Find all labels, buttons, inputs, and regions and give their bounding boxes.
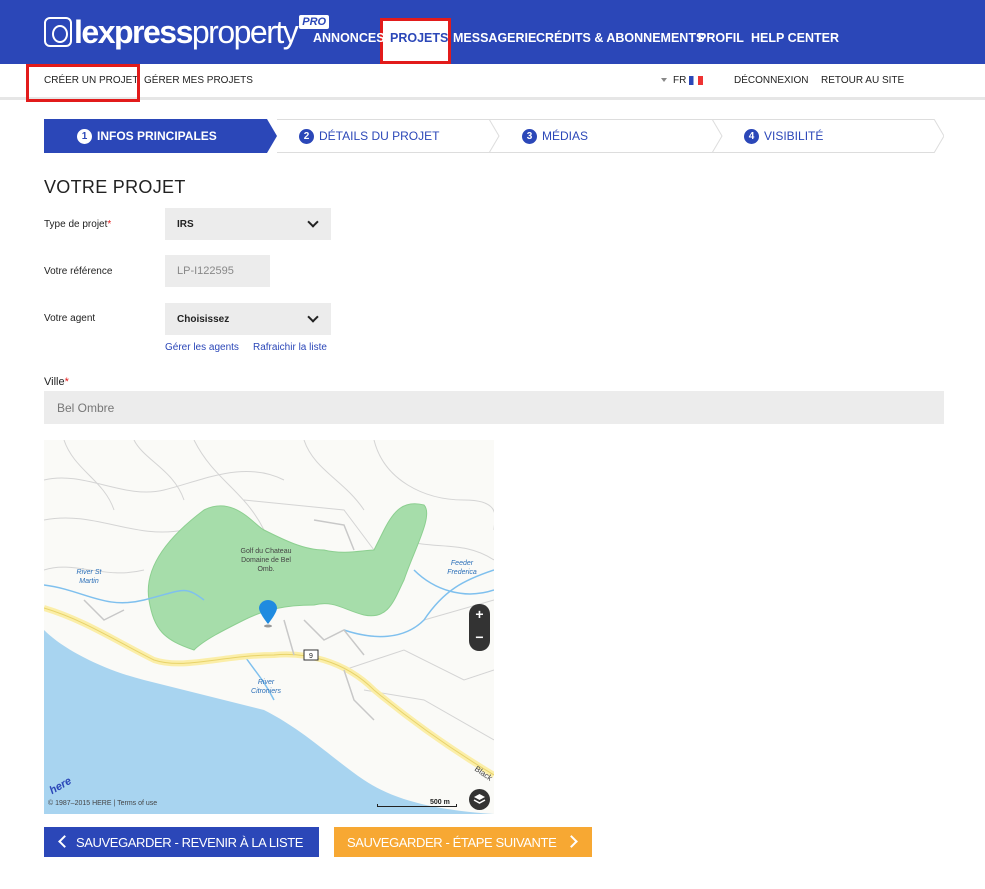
svg-text:River: River: [258, 679, 275, 686]
agent-label: Votre agent: [44, 313, 96, 324]
nav-help-center[interactable]: HELP CENTER: [751, 31, 839, 45]
caret-down-icon: [661, 78, 667, 83]
map-copyright[interactable]: © 1987–2015 HERE | Terms of use: [48, 800, 157, 807]
nav-projets[interactable]: PROJETS: [390, 31, 448, 45]
french-flag-icon: [689, 75, 704, 85]
map-scale-bar: [377, 804, 457, 807]
svg-text:Martin: Martin: [79, 578, 99, 585]
nav-profil[interactable]: PROFIL: [698, 31, 744, 45]
logout-link[interactable]: DÉCONNEXION: [734, 75, 808, 86]
location-pin-icon: [259, 600, 277, 628]
page-title: VOTRE PROJET: [44, 177, 186, 197]
map[interactable]: 9 Golf du Chateau Domaine de Bel Omb. Ri…: [44, 440, 494, 814]
svg-text:Golf du Chateau: Golf du Chateau: [241, 548, 292, 555]
chevron-left-icon: [58, 835, 71, 848]
step-visibilite[interactable]: 4 VISIBILITÉ: [744, 119, 823, 153]
type-label: Type de projet*: [44, 219, 112, 230]
city-input[interactable]: Bel Ombre: [44, 391, 944, 424]
step-details-projet[interactable]: 2 DÉTAILS DU PROJET: [299, 119, 439, 153]
zoom-out-button[interactable]: −: [469, 627, 490, 650]
back-to-site-link[interactable]: RETOUR AU SITE: [821, 75, 904, 86]
language-selector[interactable]: FR: [661, 75, 704, 86]
logo-icon: [44, 17, 72, 47]
svg-text:9: 9: [309, 653, 313, 660]
svg-text:River St: River St: [77, 569, 103, 576]
svg-text:Feeder: Feeder: [451, 560, 474, 567]
chevron-down-icon: [307, 216, 319, 228]
subnav-manage-projects[interactable]: GÉRER MES PROJETS: [144, 75, 253, 86]
svg-text:Omb.: Omb.: [257, 566, 274, 573]
map-canvas: 9 Golf du Chateau Domaine de Bel Omb. Ri…: [44, 440, 494, 814]
svg-text:Citroniers: Citroniers: [251, 688, 281, 695]
agent-select[interactable]: Choisissez: [165, 303, 331, 335]
save-next-step-button[interactable]: SAUVEGARDER - ÉTAPE SUIVANTE: [334, 827, 592, 857]
svg-text:Frederica: Frederica: [447, 569, 477, 576]
manage-agents-link[interactable]: Gérer les agents: [165, 342, 239, 353]
nav-messagerie[interactable]: MESSAGERIE: [453, 31, 536, 45]
svg-text:Black: Black: [473, 764, 494, 783]
map-zoom-control: + −: [469, 604, 490, 651]
reference-label: Votre référence: [44, 266, 113, 277]
active-subnav-highlight: [26, 64, 140, 102]
reference-field: LP-I122595: [165, 255, 270, 287]
chevron-down-icon: [307, 311, 319, 323]
step-medias[interactable]: 3 MÉDIAS: [522, 119, 588, 153]
svg-text:Domaine de Bel: Domaine de Bel: [241, 557, 291, 564]
chevron-right-icon: [565, 835, 578, 848]
logo[interactable]: lexpressproperty PRO: [44, 14, 330, 50]
pro-badge: PRO: [299, 15, 330, 29]
sub-navbar: CRÉER UN PROJET GÉRER MES PROJETS FR DÉC…: [0, 64, 985, 100]
step-infos-principales[interactable]: 1 INFOS PRINCIPALES: [77, 119, 217, 153]
map-layers-button[interactable]: [469, 789, 490, 810]
layers-icon: [473, 794, 486, 804]
wizard-steps: 1 INFOS PRINCIPALES 2 DÉTAILS DU PROJET 3M…: [44, 119, 944, 153]
zoom-in-button[interactable]: +: [469, 604, 490, 627]
nav-credits[interactable]: CRÉDITS & ABONNEMENTS: [536, 31, 704, 45]
type-select[interactable]: IRS: [165, 208, 331, 240]
nav-annonces[interactable]: ANNONCES: [313, 31, 385, 45]
save-back-to-list-button[interactable]: SAUVEGARDER - REVENIR À LA LISTE: [44, 827, 319, 857]
city-label: Ville*: [44, 376, 69, 388]
refresh-list-link[interactable]: Rafraichir la liste: [253, 342, 327, 353]
